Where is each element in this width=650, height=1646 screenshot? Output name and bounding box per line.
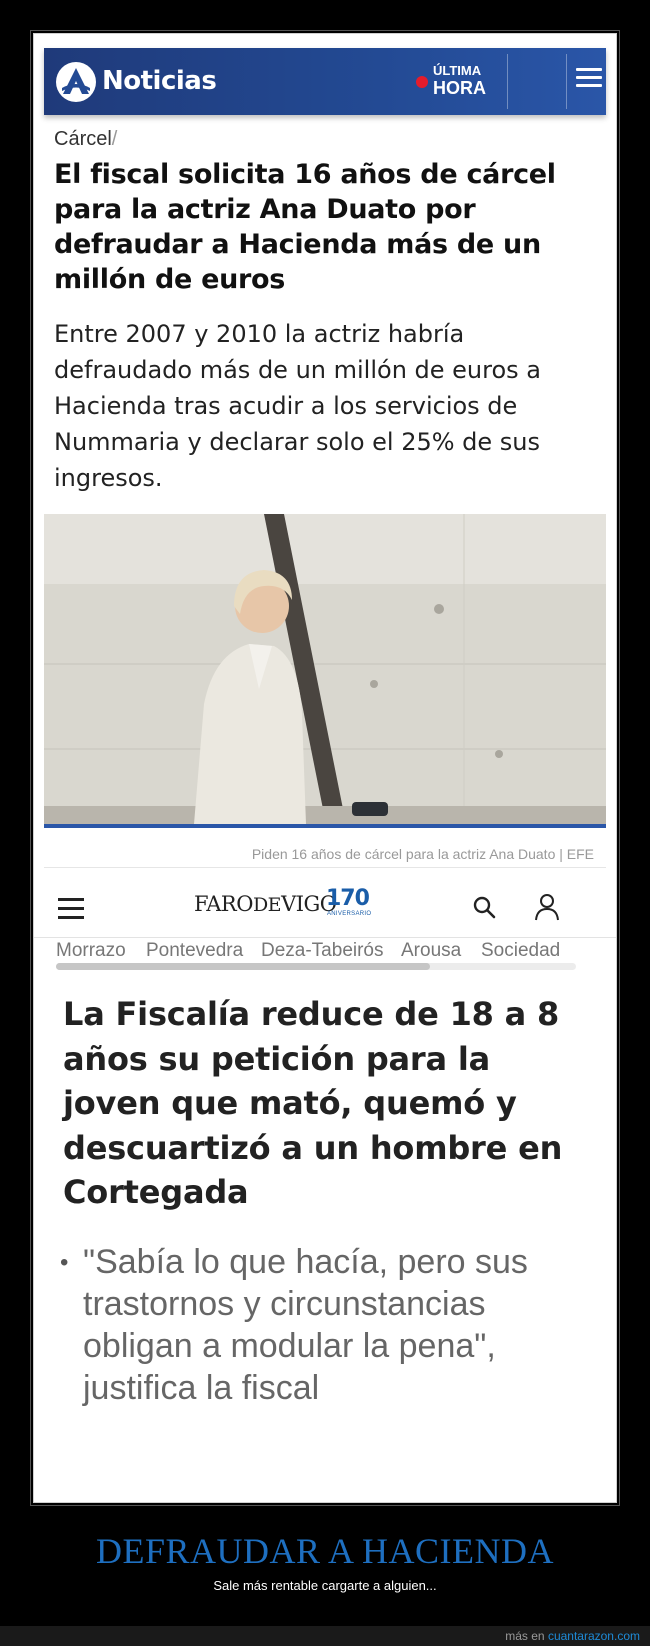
menu-icon[interactable] — [58, 898, 84, 925]
nav-item-arousa[interactable]: Arousa — [401, 940, 461, 962]
antena3-logo-icon[interactable] — [56, 62, 96, 102]
breadcrumb-separator: / — [111, 128, 118, 150]
more-label: más en — [505, 1629, 548, 1643]
article-photo — [44, 514, 606, 824]
nav-item-pontevedra[interactable]: Pontevedra — [146, 940, 243, 962]
photo-caption: Piden 16 años de cárcel para la actriz A… — [251, 846, 594, 862]
header-divider — [507, 54, 508, 109]
footer-bar: más en cuantarazon.com — [0, 1626, 650, 1646]
antena3-headline: El fiscal solicita 16 años de cárcel par… — [54, 159, 556, 295]
live-dot-icon — [416, 76, 428, 88]
ultima-label[interactable]: ÚLTIMA — [433, 64, 481, 78]
search-icon[interactable] — [472, 895, 496, 924]
nav-item-morrazo[interactable]: Morrazo — [56, 940, 126, 962]
user-icon[interactable] — [534, 893, 560, 926]
faro-headline: La Fiscalía reduce de 18 a 8 años su pet… — [63, 995, 563, 1211]
anniversary-badge-sub: ANIVERSARIO — [327, 911, 372, 917]
section-breadcrumb[interactable]: Cárcel/ — [54, 128, 117, 151]
antena3-header: Noticias ÚLTIMA HORA — [44, 48, 606, 115]
meme-title: DEFRAUDAR A HACIENDA — [95, 1531, 555, 1571]
bullet-icon: • — [60, 1249, 69, 1276]
meme-frame: Noticias ÚLTIMA HORA Cárcel/ El fiscal s… — [33, 33, 617, 1503]
header-divider — [566, 54, 567, 109]
nav-scrollbar-thumb[interactable] — [56, 963, 430, 970]
nav-item-sociedad[interactable]: Sociedad — [481, 940, 560, 962]
nav-item-deza-tabeiros[interactable]: Deza-Tabeirós — [261, 940, 384, 962]
anniversary-badge: 170 — [326, 886, 370, 911]
antena3-brand[interactable]: Noticias — [102, 66, 217, 96]
menu-icon[interactable] — [576, 68, 602, 94]
faro-quote: "Sabía lo que hacía, pero sus trastornos… — [83, 1243, 528, 1407]
photo-accent-bar — [44, 824, 606, 828]
section-divider — [44, 867, 606, 868]
footer-text: más en cuantarazon.com — [505, 1629, 640, 1643]
hora-label[interactable]: HORA — [433, 78, 486, 98]
site-link[interactable]: cuantarazon.com — [548, 1629, 640, 1643]
faro-de-vigo-logo[interactable]: FARODEVIGO — [194, 892, 337, 916]
section-label[interactable]: Cárcel — [54, 128, 112, 150]
meme-subtitle: Sale más rentable cargarte a alguien... — [213, 1578, 437, 1593]
antena3-lead: Entre 2007 y 2010 la actriz habría defra… — [54, 320, 541, 492]
